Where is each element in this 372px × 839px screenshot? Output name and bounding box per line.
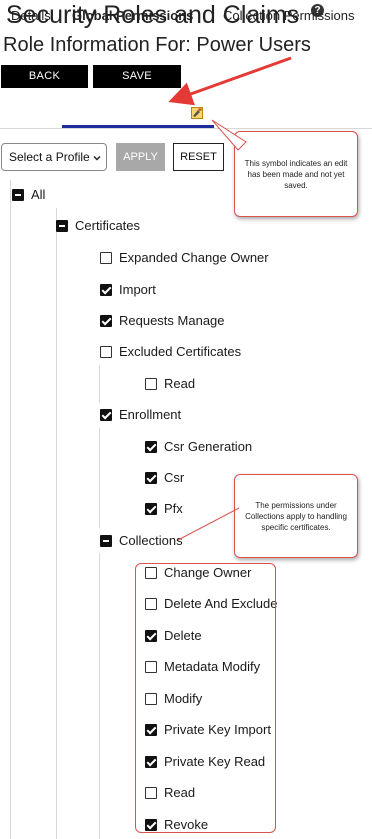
page-subtitle: Role Information For: Power Users xyxy=(3,34,311,56)
arrow-to-pending-icon xyxy=(168,56,292,106)
tree-node-label: Read xyxy=(164,376,196,391)
tree-guide-line xyxy=(99,365,100,403)
callout-collections: The permissions under Collections apply … xyxy=(234,474,358,558)
active-tab-indicator xyxy=(62,125,214,128)
checkbox-requests-manage[interactable] xyxy=(100,315,112,327)
checkbox-excluded-certificates[interactable] xyxy=(100,346,112,358)
tree-node-label: Expanded Change Owner xyxy=(119,250,269,265)
profile-select[interactable]: Select a Profile xyxy=(1,143,107,171)
callout-edit-symbol: This symbol indicates an edit has been m… xyxy=(234,131,358,217)
tree-node-label: Csr xyxy=(164,470,185,485)
tree-node-label: Certificates xyxy=(75,218,141,233)
checkbox-enrollment[interactable] xyxy=(100,409,112,421)
tree-node-label: Csr Generation xyxy=(164,439,253,454)
checkbox-pfx[interactable] xyxy=(145,503,157,515)
tree-guide-line xyxy=(10,180,11,839)
tree-node-label: Requests Manage xyxy=(119,313,225,328)
tree-node-label: Import xyxy=(119,282,156,297)
checkbox-csr-generation[interactable] xyxy=(145,441,157,453)
profile-select-value: Select a Profile xyxy=(9,150,90,164)
reset-button[interactable]: RESET xyxy=(173,143,224,171)
checkbox-csr[interactable] xyxy=(145,472,157,484)
tree-node-label: Collections xyxy=(119,533,183,548)
checkbox-collections[interactable] xyxy=(100,535,112,547)
tree-node-label: Excluded Certificates xyxy=(119,344,242,359)
tab-collection-permissions[interactable]: Collection Permissions xyxy=(223,8,355,23)
tree-node-label: Pfx xyxy=(164,501,183,516)
tree-node-label: Enrollment xyxy=(119,407,182,422)
tab-global-permissions[interactable]: Global Permissions xyxy=(72,8,193,23)
collections-highlight-box xyxy=(135,563,276,833)
chevron-down-icon xyxy=(93,155,101,161)
save-button[interactable]: SAVE xyxy=(93,65,181,88)
tree-guide-line xyxy=(99,553,100,839)
checkbox-import[interactable] xyxy=(100,284,112,296)
back-button[interactable]: BACK xyxy=(1,65,88,88)
checkbox-certificates[interactable] xyxy=(56,220,68,232)
tree-guide-line xyxy=(99,428,100,528)
checkbox-all[interactable] xyxy=(12,189,24,201)
tab-details[interactable]: Details xyxy=(11,8,51,23)
apply-button[interactable]: APPLY xyxy=(116,143,165,171)
checkbox-excluded-read[interactable] xyxy=(145,378,157,390)
checkbox-expanded-change-owner[interactable] xyxy=(100,252,112,264)
tree-guide-line xyxy=(56,208,57,839)
callout-2-pointer xyxy=(177,507,240,541)
pending-edit-icon xyxy=(191,107,203,119)
tree-node-label: All xyxy=(31,187,46,202)
